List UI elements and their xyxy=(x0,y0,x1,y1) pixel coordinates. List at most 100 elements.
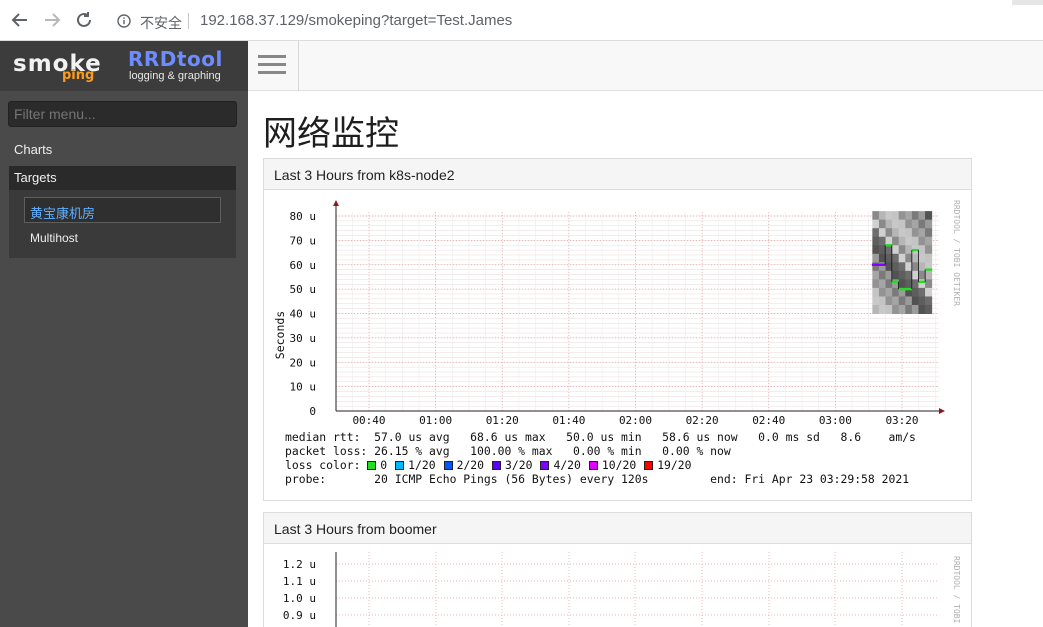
smoke-cell xyxy=(885,219,893,229)
url-text[interactable]: 192.168.37.129/smokeping?target=Test.Jam… xyxy=(200,12,512,29)
smoke-cell xyxy=(878,219,887,229)
smoke-cell xyxy=(885,304,893,314)
smoke-cell xyxy=(911,219,919,229)
smoke-cell xyxy=(905,296,913,306)
smoke-cell xyxy=(905,270,913,280)
info-icon[interactable] xyxy=(117,14,131,28)
smoke-cell xyxy=(898,245,906,255)
smoke-cell xyxy=(885,296,893,306)
smoke-cell xyxy=(905,236,913,246)
header-divider xyxy=(298,41,299,91)
smoke-cell xyxy=(905,228,913,238)
smoke-cell xyxy=(905,253,913,263)
legend-packet-loss: packet loss: 26.15 % avg 100.00 % max 0.… xyxy=(285,444,731,458)
smoke-cell xyxy=(898,211,906,221)
smoke-cell xyxy=(911,262,919,272)
rrdtool-logo: RRDtool xyxy=(128,47,223,71)
smoke-cell xyxy=(892,287,900,297)
loss-color-swatch xyxy=(492,461,502,470)
panel-heading[interactable]: Last 3 Hours from boomer xyxy=(264,513,971,544)
loss-color-label: 1/20 xyxy=(408,458,436,472)
sidebar-item-charts[interactable]: Charts xyxy=(14,142,52,157)
smoke-cell xyxy=(878,236,887,246)
y-axis-label: Seconds xyxy=(273,311,287,359)
insecure-label: 不安全 xyxy=(140,15,182,31)
smoke-cell xyxy=(892,228,900,238)
smoke-cell xyxy=(878,287,887,297)
y-tick-label: 30 u xyxy=(290,332,317,345)
smoke-cell xyxy=(918,228,926,238)
smoke-cell xyxy=(911,270,919,280)
address-bar[interactable]: 不安全 192.168.37.129/smokeping?target=Test… xyxy=(108,7,1018,35)
sidebar-item-active-target[interactable]: 黄宝康机房 xyxy=(24,197,221,223)
sidebar-item-multihost[interactable]: Multihost xyxy=(30,231,78,245)
x-tick-label: 01:00 xyxy=(419,414,452,427)
filter-menu-input[interactable] xyxy=(8,101,237,127)
y-tick-label: 1.1 u xyxy=(283,575,316,588)
smoke-cell xyxy=(878,228,887,238)
sidebar-item-targets[interactable]: Targets xyxy=(9,166,236,190)
loss-color-swatch xyxy=(540,461,550,470)
loss-color-swatch xyxy=(367,461,377,470)
loss-color-swatch xyxy=(443,461,453,470)
x-axis-arrow xyxy=(939,408,945,414)
smoke-cell xyxy=(885,228,893,238)
rrdtool-watermark: RRDTOOL / TOBI xyxy=(952,556,961,624)
smoke-cell xyxy=(892,262,900,272)
smoke-cell xyxy=(885,211,893,221)
legend-probe: probe: 20 ICMP Echo Pings (56 Bytes) eve… xyxy=(285,472,910,486)
loss-color-item: 1/20 xyxy=(395,458,436,472)
loss-color-label: loss color: xyxy=(285,458,361,472)
graph-panel-boomer: Last 3 Hours from boomer 1.2 u 1.1 u 1.0 u… xyxy=(263,512,972,627)
legend-loss-colors: loss color: 0 1/20 2/20 3/20 4/20 10/20 19/20 xyxy=(285,458,700,472)
smoke-cell xyxy=(892,236,900,246)
smoke-cell xyxy=(905,211,913,221)
smoke-cell xyxy=(898,253,906,263)
x-tick-label: 01:40 xyxy=(552,414,585,427)
reload-icon[interactable] xyxy=(75,11,93,29)
smoke-cell xyxy=(925,304,933,314)
forward-arrow-icon[interactable] xyxy=(43,11,61,29)
y-tick-label: 80 u xyxy=(290,210,317,223)
smoke-cell xyxy=(918,219,926,229)
smoke-cell xyxy=(878,279,887,289)
smoke-cell xyxy=(918,270,926,280)
smoke-cell xyxy=(925,236,933,246)
smoke-cell xyxy=(905,245,913,255)
page-title: 网络监控 xyxy=(263,114,399,154)
smoke-cell xyxy=(925,279,933,289)
smoke-cell xyxy=(918,253,926,263)
back-arrow-icon[interactable] xyxy=(11,11,29,29)
panel-heading[interactable]: Last 3 Hours from k8s-node2 xyxy=(264,159,971,190)
smoke-cell xyxy=(925,270,933,280)
smoke-cell xyxy=(911,296,919,306)
hamburger-menu-icon[interactable] xyxy=(258,55,286,77)
smoke-cell xyxy=(892,211,900,221)
latency-graph-boomer[interactable]: 1.2 u 1.1 u 1.0 u 0.9 u RRDTOOL / TOBI xyxy=(264,544,971,627)
smoke-cell xyxy=(872,304,880,314)
smoke-cell xyxy=(911,236,919,246)
smokeping-logo-ping: ping xyxy=(62,68,95,83)
x-tick-label: 02:40 xyxy=(752,414,785,427)
legend-median: median rtt: 57.0 us avg 68.6 us max 50.0… xyxy=(285,430,916,444)
x-tick-label: 03:00 xyxy=(819,414,852,427)
loss-color-swatch xyxy=(644,461,654,470)
smoke-cell xyxy=(911,279,919,289)
x-tick-label: 00:40 xyxy=(352,414,385,427)
smoke-cell xyxy=(905,219,913,229)
loss-color-label: 4/20 xyxy=(553,458,581,472)
loss-color-label: 2/20 xyxy=(456,458,485,472)
y-tick-label: 20 u xyxy=(290,356,317,369)
smoke-cell xyxy=(898,236,906,246)
loss-color-label: 0 xyxy=(380,458,388,472)
x-tick-label: 02:20 xyxy=(686,414,719,427)
app-header: smoke ping RRDtool logging & graphing xyxy=(0,41,1043,91)
browser-toolbar: 不安全 192.168.37.129/smokeping?target=Test… xyxy=(0,0,1043,41)
sidebar: Charts Targets 黄宝康机房 Multihost xyxy=(0,91,248,627)
smoke-cell xyxy=(918,296,926,306)
smoke-cell xyxy=(878,270,887,280)
window-edge xyxy=(1012,0,1043,5)
smoke-cell xyxy=(925,245,933,255)
address-separator xyxy=(188,13,189,29)
smoke-cell xyxy=(911,211,919,221)
